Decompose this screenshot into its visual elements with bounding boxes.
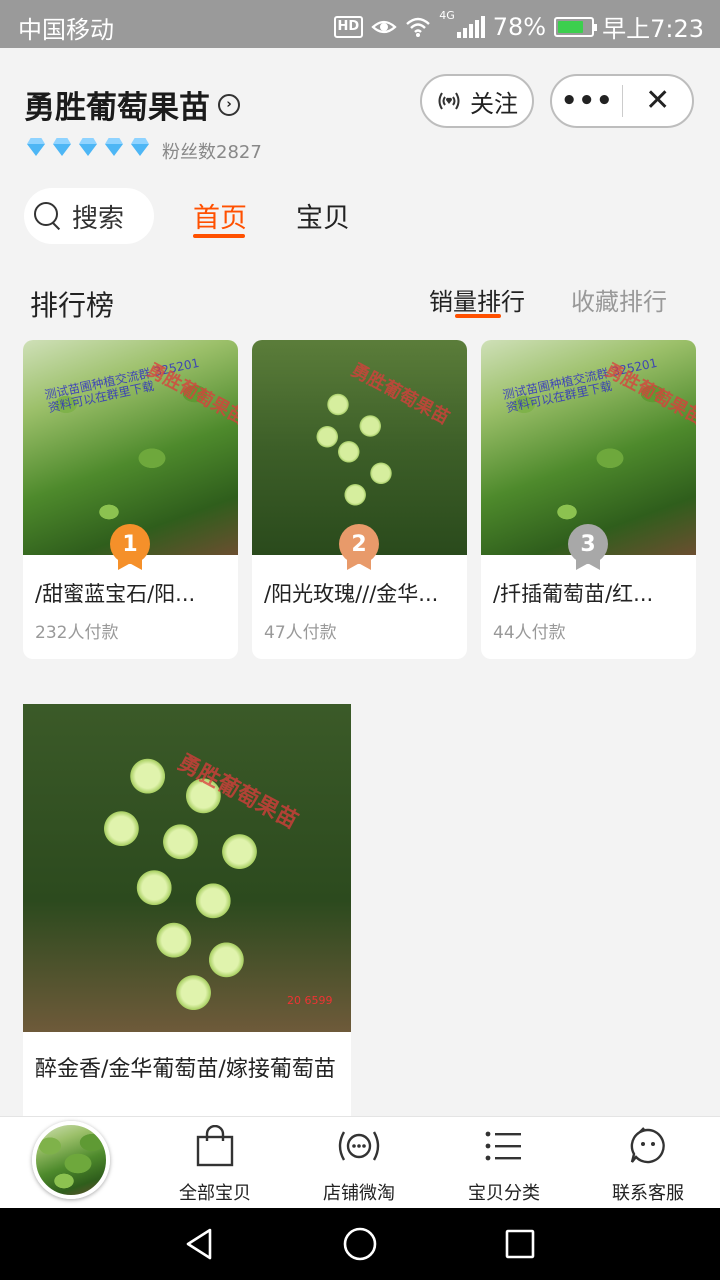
diamond-icon xyxy=(76,138,100,156)
chat-face-icon xyxy=(630,1127,665,1164)
customer-service-label: 联系客服 xyxy=(612,1183,684,1204)
product-title: /甜蜜蓝宝石/阳... xyxy=(35,582,196,606)
fans-count: 粉丝数2827 xyxy=(162,142,262,163)
product-image: 测试苗圃种植交流群 325201 资料可以在群里下载 勇胜葡萄果苗 xyxy=(23,340,238,555)
rank-medal-3: 3 xyxy=(568,524,608,572)
battery-level-fill xyxy=(558,20,584,33)
tab-home-indicator xyxy=(193,234,245,238)
shopping-bag-icon xyxy=(196,1125,234,1167)
categories-button[interactable]: 宝贝分类 xyxy=(444,1123,564,1205)
featured-product-card[interactable]: 勇胜葡萄果苗 20 6599 醉金香/金华葡萄苗/嫁接葡萄苗 xyxy=(23,704,351,1116)
eye-icon xyxy=(371,20,397,33)
list-icon xyxy=(485,1131,521,1161)
product-title: /扦插葡萄苗/红... xyxy=(493,582,654,606)
status-bar: 中国移动 HD 4G 78% 早上7:23 xyxy=(0,0,720,48)
recent-apps-icon[interactable] xyxy=(502,1226,538,1262)
product-image: 测试苗圃种植交流群 325201 资料可以在群里下载 勇胜葡萄果苗 xyxy=(481,340,696,555)
shop-page: 勇胜葡萄果苗 › 粉丝数2827 关注 ••• ✕ 搜索 首页 宝贝 排行榜 销… xyxy=(0,48,720,1116)
rank-number: 1 xyxy=(110,524,150,564)
home-icon[interactable] xyxy=(342,1226,378,1262)
categories-label: 宝贝分类 xyxy=(468,1183,540,1204)
close-button[interactable]: ✕ xyxy=(623,76,692,126)
hd-icon: HD xyxy=(333,15,364,38)
search-icon xyxy=(34,202,62,230)
diamond-icon xyxy=(102,138,126,156)
rank-medal-1: 1 xyxy=(110,524,150,572)
shop-feed-label: 店铺微淘 xyxy=(323,1183,395,1204)
chevron-right-icon: › xyxy=(218,93,240,116)
search-label: 搜索 xyxy=(72,203,125,234)
follow-label: 关注 xyxy=(470,89,518,118)
ranking-title: 排行榜 xyxy=(30,289,115,322)
tab-sales-ranking[interactable]: 销量排行 xyxy=(429,282,525,317)
product-card-rank-3[interactable]: 测试苗圃种植交流群 325201 资料可以在群里下载 勇胜葡萄果苗 3 /扦插葡… xyxy=(481,340,696,659)
shop-avatar[interactable] xyxy=(32,1121,110,1199)
wifi-icon xyxy=(406,17,431,37)
signal-icon xyxy=(456,15,485,38)
product-title: /阳光玫瑰///金华... xyxy=(264,582,439,606)
more-menu-button[interactable]: ••• xyxy=(552,76,622,126)
all-items-button[interactable]: 全部宝贝 xyxy=(155,1123,275,1205)
tab-favorites-ranking[interactable]: 收藏排行 xyxy=(571,282,667,317)
photo-date-stamp: 20 6599 xyxy=(287,994,333,1007)
diamond-icon xyxy=(24,138,48,156)
tab-items[interactable]: 宝贝 xyxy=(296,196,350,235)
clock: 早上7:23 xyxy=(602,15,704,43)
battery-percent: 78% xyxy=(492,12,547,41)
miniapp-capsule: ••• ✕ xyxy=(550,74,694,128)
product-image: 勇胜葡萄果苗 xyxy=(252,340,467,555)
broadcast-icon xyxy=(338,1131,380,1161)
product-card-rank-2[interactable]: 勇胜葡萄果苗 2 /阳光玫瑰///金华... 47人付款 xyxy=(252,340,467,659)
rank-number: 3 xyxy=(568,524,608,564)
status-icons: HD 4G 78% 早上7:23 xyxy=(333,9,704,44)
diamond-icon xyxy=(128,138,152,156)
featured-product-title: 醉金香/金华葡萄苗/嫁接葡萄苗 xyxy=(35,1057,336,1082)
product-sales: 47人付款 xyxy=(264,623,337,643)
follow-button[interactable]: 关注 xyxy=(420,74,534,128)
tab-home[interactable]: 首页 xyxy=(193,196,247,235)
rank-medal-2: 2 xyxy=(339,524,379,572)
carrier-label: 中国移动 xyxy=(18,16,114,44)
network-type-label: 4G xyxy=(439,9,455,22)
watermark-text: 勇胜葡萄果苗 xyxy=(347,359,453,429)
sales-ranking-indicator xyxy=(455,314,501,318)
product-sales: 232人付款 xyxy=(35,623,119,643)
shop-bottom-bar: 全部宝贝 店铺微淘 宝贝分类 联系客服 xyxy=(0,1116,720,1208)
product-card-rank-1[interactable]: 测试苗圃种植交流群 325201 资料可以在群里下载 勇胜葡萄果苗 1 /甜蜜蓝… xyxy=(23,340,238,659)
product-sales: 44人付款 xyxy=(493,623,566,643)
customer-service-button[interactable]: 联系客服 xyxy=(588,1123,708,1205)
rank-number: 2 xyxy=(339,524,379,564)
broadcast-follow-icon xyxy=(438,92,460,110)
diamond-icon xyxy=(50,138,74,156)
search-button[interactable]: 搜索 xyxy=(24,188,154,244)
seller-rating-diamonds xyxy=(24,138,152,156)
watermark-text: 勇胜葡萄果苗 xyxy=(173,750,302,835)
featured-product-image: 勇胜葡萄果苗 20 6599 xyxy=(23,704,351,1032)
back-icon[interactable] xyxy=(182,1226,218,1262)
shop-feed-button[interactable]: 店铺微淘 xyxy=(299,1123,419,1205)
battery-icon xyxy=(554,16,598,37)
shop-name[interactable]: 勇胜葡萄果苗 › xyxy=(24,82,240,127)
all-items-label: 全部宝贝 xyxy=(179,1183,251,1204)
shop-name-text: 勇胜葡萄果苗 xyxy=(24,90,210,126)
system-nav-bar xyxy=(0,1208,720,1280)
